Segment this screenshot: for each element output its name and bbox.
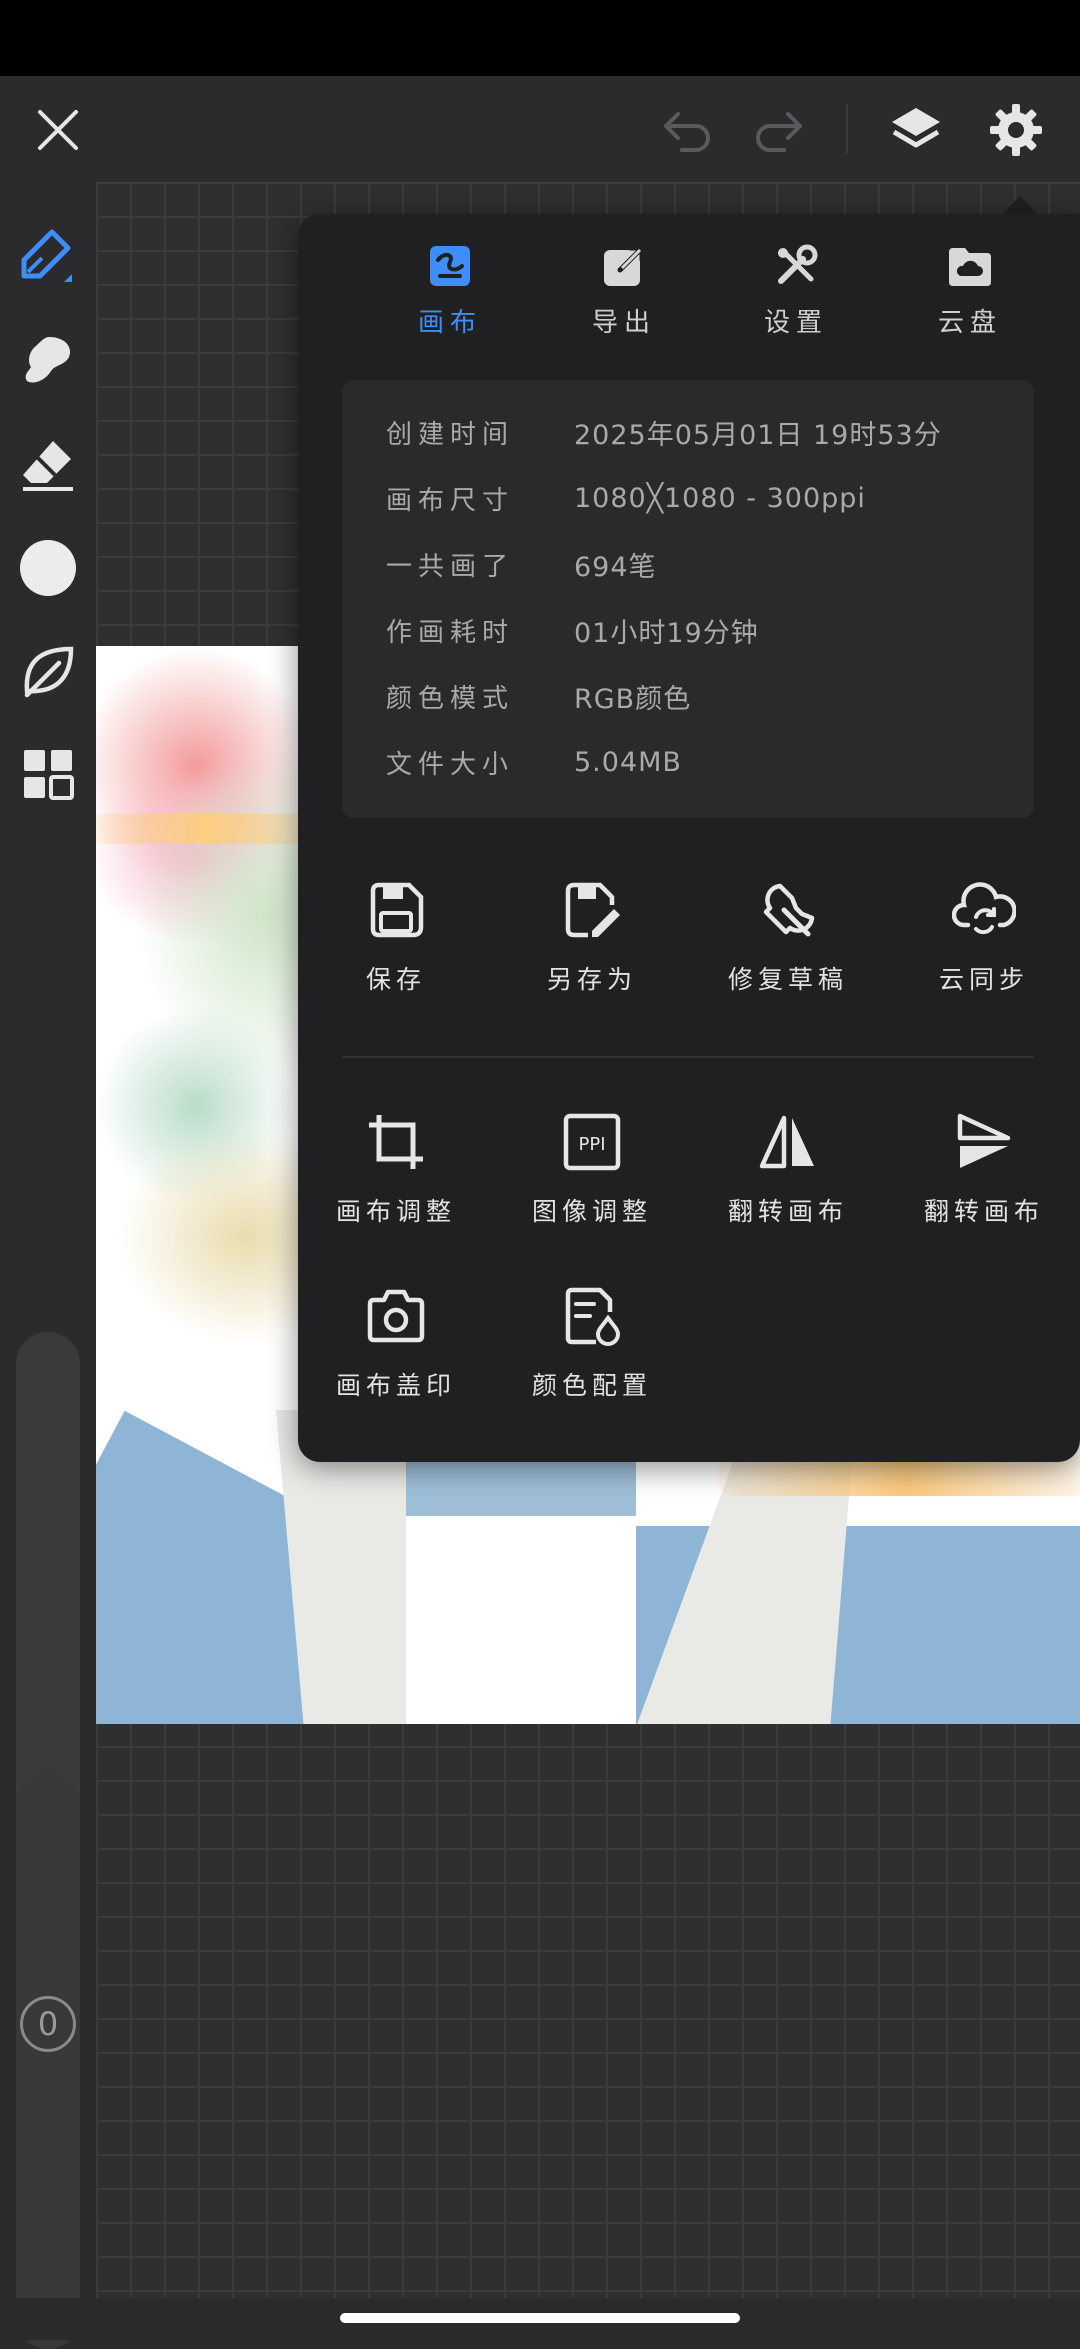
color-swatch-icon[interactable] [14, 534, 82, 602]
camera-icon [364, 1284, 428, 1348]
action-label: 画布调整 [335, 1197, 456, 1226]
leaf-tool-icon[interactable] [14, 638, 82, 706]
top-bar [0, 76, 1080, 182]
info-key: 作画耗时 [386, 617, 515, 648]
info-key: 画布尺寸 [386, 485, 515, 516]
info-key: 颜色模式 [386, 683, 515, 714]
color-profile-button[interactable]: 颜色配置 [494, 1284, 690, 1424]
canvas-info-box: 创建时间 2025年05月01日 19时53分 画布尺寸 1080╳1080 -… [342, 380, 1034, 818]
action-label: 颜色配置 [531, 1371, 652, 1400]
layers-icon[interactable] [882, 96, 950, 164]
opacity-badge: 0 [20, 1996, 76, 2052]
home-indicator[interactable] [340, 2313, 740, 2323]
save-button[interactable]: 保存 [298, 878, 494, 1018]
redo-icon[interactable] [746, 98, 810, 162]
canvas-icon [426, 242, 474, 290]
info-row: 画布尺寸 1080╳1080 - 300ppi [386, 478, 866, 518]
info-value: 5.04MB [574, 746, 682, 778]
cloud-sync-icon [952, 878, 1016, 942]
tab-label: 云盘 [937, 308, 1002, 338]
canvas-settings-panel: 画布 导出 设置 云盘 创建时间 2025年05月01日 19时53分 画布尺寸… [298, 214, 1080, 1462]
highlight-stroke [716, 1456, 1080, 1496]
opacity-slider[interactable]: 0 [16, 1774, 80, 2349]
canvas-stamp-button[interactable]: 画布盖印 [298, 1284, 494, 1424]
action-label: 图像调整 [531, 1197, 652, 1226]
tab-label: 导出 [591, 308, 656, 338]
info-row: 一共画了 694笔 [386, 544, 657, 584]
action-label: 翻转画布 [923, 1197, 1044, 1226]
tools-icon [772, 242, 820, 290]
smudge-tool-icon[interactable] [14, 326, 82, 394]
shirt-inner [406, 1516, 636, 1724]
action-label: 翻转画布 [727, 1197, 848, 1226]
info-key: 一共画了 [386, 551, 515, 582]
export-icon [600, 242, 648, 290]
tab-label: 设置 [763, 308, 828, 338]
info-row: 作画耗时 01小时19分钟 [386, 610, 759, 650]
info-value: 2025年05月01日 19时53分 [574, 419, 942, 451]
action-label: 修复草稿 [727, 965, 848, 994]
ppi-icon-text: PPI [578, 1134, 605, 1155]
info-key: 创建时间 [386, 419, 515, 450]
info-row: 文件大小 5.04MB [386, 742, 682, 782]
info-row: 创建时间 2025年05月01日 19时53分 [386, 412, 942, 452]
tab-label: 画布 [417, 308, 482, 338]
wrench-icon [756, 878, 820, 942]
save-as-icon [560, 878, 624, 942]
color-profile-icon [560, 1284, 624, 1348]
info-key: 文件大小 [386, 749, 515, 780]
image-adjust-button[interactable]: PPI 图像调整 [494, 1110, 690, 1250]
cloud-sync-button[interactable]: 云同步 [886, 878, 1080, 1018]
tab-cloud[interactable]: 云盘 [900, 242, 1040, 352]
ppi-icon: PPI [560, 1110, 624, 1174]
crop-icon [364, 1110, 428, 1174]
info-value: RGB颜色 [574, 683, 692, 715]
tab-canvas[interactable]: 画布 [380, 242, 520, 352]
action-label: 画布盖印 [335, 1371, 456, 1400]
left-toolbar: S 0 [0, 182, 96, 2349]
eraser-tool-icon[interactable] [14, 430, 82, 498]
info-value: 01小时19分钟 [574, 617, 759, 649]
section-divider [342, 1056, 1034, 1058]
action-label: 云同步 [938, 965, 1029, 994]
flip-horizontal-button[interactable]: 翻转画布 [690, 1110, 886, 1250]
info-row: 颜色模式 RGB颜色 [386, 676, 691, 716]
flip-vertical-icon [952, 1110, 1016, 1174]
highlight-stroke [96, 814, 326, 844]
status-bar [0, 0, 1080, 76]
canvas-adjust-button[interactable]: 画布调整 [298, 1110, 494, 1250]
flip-vertical-button[interactable]: 翻转画布 [886, 1110, 1080, 1250]
repair-draft-button[interactable]: 修复草稿 [690, 878, 886, 1018]
grid-menu-icon[interactable] [14, 740, 82, 808]
pen-tool-icon[interactable] [14, 222, 82, 290]
undo-icon[interactable] [656, 98, 720, 162]
topbar-divider [846, 104, 848, 154]
info-value: 1080╳1080 - 300ppi [574, 482, 866, 514]
info-value: 694笔 [574, 551, 657, 583]
settings-icon[interactable] [982, 96, 1050, 164]
flip-horizontal-icon [756, 1110, 820, 1174]
save-icon [364, 878, 428, 942]
cloud-folder-icon [946, 242, 994, 290]
save-as-button[interactable]: 另存为 [494, 878, 690, 1018]
action-label: 保存 [365, 965, 426, 994]
action-label: 另存为 [546, 965, 637, 994]
tab-export[interactable]: 导出 [554, 242, 694, 352]
panel-pointer [1000, 196, 1040, 216]
close-icon[interactable] [26, 98, 90, 162]
tab-settings[interactable]: 设置 [726, 242, 866, 352]
